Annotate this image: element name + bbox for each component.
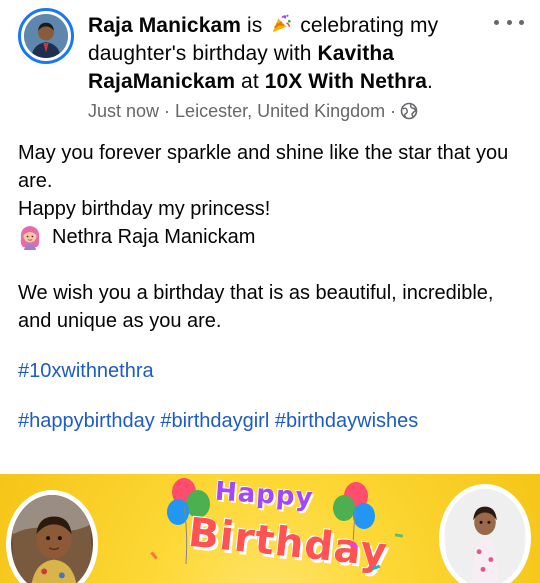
- photo-frame-left: [6, 490, 98, 583]
- more-dot: [506, 19, 512, 25]
- author-name-link[interactable]: Raja Manickam: [88, 14, 241, 37]
- author-avatar[interactable]: [18, 8, 74, 64]
- post-line-tag: Nethra Raja Manickam: [18, 223, 528, 251]
- post-photo[interactable]: Happy Birthday: [0, 474, 540, 583]
- post-line-happy-birthday: Happy birthday my princess!: [18, 198, 271, 220]
- post-location[interactable]: Leicester, United Kingdom: [175, 101, 385, 121]
- hashtag-link[interactable]: #10xwithnethra: [18, 360, 154, 382]
- post-body: May you forever sparkle and shine like t…: [18, 139, 528, 435]
- period-text: .: [427, 70, 433, 93]
- place-link[interactable]: 10X With Nethra: [265, 70, 427, 93]
- hashtag-link[interactable]: #birthdaygirl: [160, 410, 269, 432]
- hashtag-link[interactable]: #happybirthday: [18, 410, 155, 432]
- post-header: Raja Manickam is celebrating my daughter…: [0, 0, 540, 130]
- post-line-wish-2: We wish you a birthday that is as beauti…: [18, 282, 494, 332]
- party-popper-icon: [273, 14, 291, 33]
- hashtag-row: #happybirthday #birthdaygirl #birthdaywi…: [18, 407, 528, 435]
- globe-icon[interactable]: [400, 102, 418, 120]
- is-text: is: [241, 14, 269, 37]
- girl-emoji-icon: [20, 226, 40, 250]
- confetti: [394, 533, 404, 538]
- confetti: [150, 551, 158, 560]
- post-meta: Just now · Leicester, United Kingdom ·: [88, 101, 418, 122]
- more-dot: [494, 19, 499, 25]
- more-options-icon[interactable]: [494, 12, 524, 32]
- meta-separator: ·: [159, 101, 176, 121]
- post-header-text: Raja Manickam is celebrating my daughter…: [88, 12, 488, 96]
- at-text: at: [235, 70, 265, 93]
- photo-frame-right: [439, 484, 531, 583]
- meta-separator-2: ·: [385, 101, 397, 121]
- post-line-wish: May you forever sparkle and shine like t…: [18, 142, 509, 192]
- more-dot: [519, 19, 524, 25]
- child-photo-right: [444, 489, 526, 583]
- hashtag-link[interactable]: #birthdaywishes: [275, 410, 418, 432]
- tagged-name-text: Nethra Raja Manickam: [52, 226, 256, 248]
- avatar-photo: [24, 14, 68, 58]
- child-photo-left: [11, 495, 93, 583]
- post-time[interactable]: Just now: [88, 101, 159, 121]
